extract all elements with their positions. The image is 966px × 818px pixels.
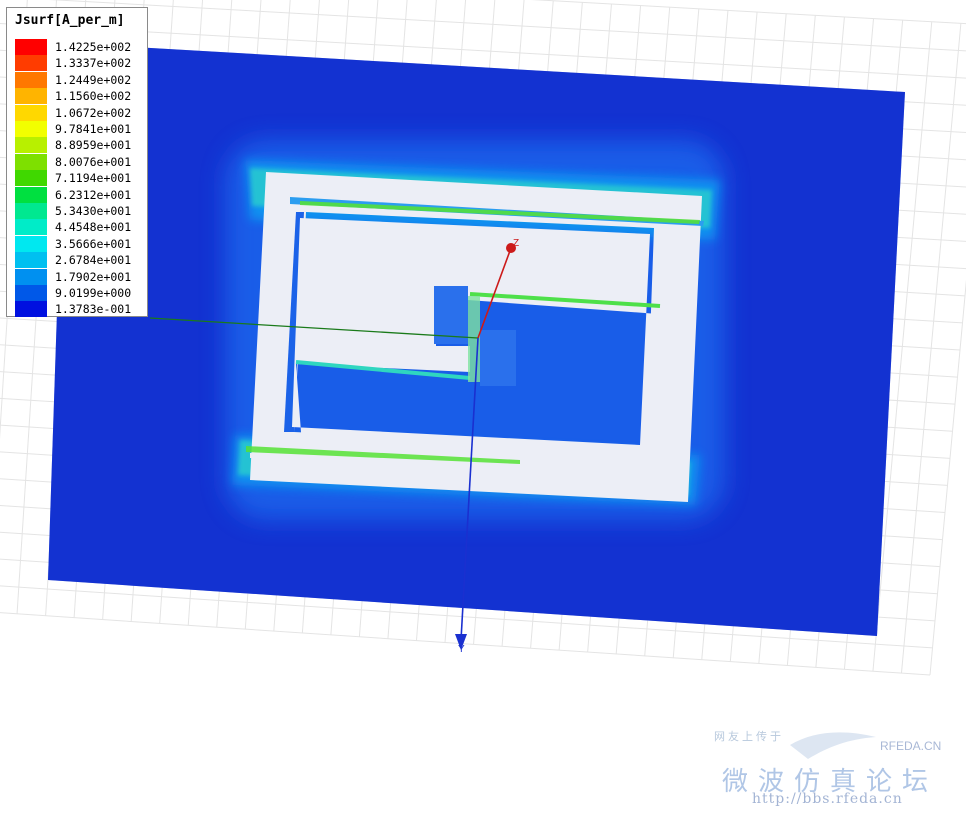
- legend-entry: 2.6784e+001: [13, 252, 147, 269]
- grid-line: [929, 279, 966, 676]
- legend-value: 8.8959e+001: [55, 138, 132, 153]
- legend-value: 8.0076e+001: [55, 154, 132, 169]
- legend-entry: 1.0672e+002: [13, 104, 147, 121]
- watermark: 网友上传于 RFEDA.CN 微波仿真论坛 http://bbs.rfeda.c…: [700, 725, 960, 815]
- legend-swatch: [15, 39, 47, 55]
- legend-value: 9.7841e+001: [55, 122, 132, 136]
- legend-entry: 7.1194e+001: [13, 170, 147, 187]
- center-pad-right: [480, 330, 516, 386]
- legend-entry: 1.4225e+002: [13, 39, 147, 55]
- legend-entry: 1.2449e+002: [13, 71, 147, 88]
- legend-swatch: [15, 121, 47, 137]
- legend-entry: 1.7902e+001: [13, 268, 147, 285]
- legend-value: 1.0672e+002: [55, 105, 132, 120]
- legend-entry: 4.4548e+001: [13, 219, 147, 236]
- z-axis-label: Z: [513, 238, 519, 249]
- legend-swatch: [15, 153, 47, 170]
- legend-entry: 6.2312e+001: [13, 186, 147, 203]
- legend-swatch: [15, 301, 47, 318]
- legend-value: 9.0199e+000: [55, 286, 132, 300]
- legend-value: 1.2449e+002: [55, 72, 132, 87]
- y-axis-label: Y: [458, 644, 465, 655]
- legend-swatch: [15, 55, 47, 72]
- watermark-wing-icon: [790, 732, 876, 759]
- legend-entry: 1.3783e-001: [13, 301, 147, 318]
- legend-swatch: [15, 170, 47, 187]
- legend-value: 6.2312e+001: [55, 187, 132, 202]
- legend-value: 5.3430e+001: [55, 204, 132, 218]
- legend-title: Jsurf[A_per_m]: [15, 13, 125, 28]
- legend-value: 2.6784e+001: [55, 253, 132, 268]
- legend-swatch: [15, 252, 47, 269]
- legend-value: 1.1560e+002: [55, 89, 132, 104]
- legend-swatch: [15, 137, 47, 154]
- watermark-brand: RFEDA.CN: [880, 739, 942, 753]
- legend-swatch: [15, 203, 47, 219]
- legend-swatch: [15, 71, 47, 88]
- legend-value: 7.1194e+001: [55, 171, 132, 186]
- legend-entry: 3.5666e+001: [13, 235, 147, 252]
- watermark-small-text: 网友上传于: [714, 730, 784, 743]
- legend-swatch: [15, 88, 47, 105]
- legend-entry: 8.0076e+001: [13, 153, 147, 170]
- legend-swatch: [15, 285, 47, 301]
- legend-entry: 9.7841e+001: [13, 121, 147, 137]
- legend-entry: 1.1560e+002: [13, 88, 147, 105]
- legend-swatch: [15, 186, 47, 203]
- legend-value: 1.3783e-001: [55, 302, 132, 317]
- legend-swatch: [15, 104, 47, 121]
- legend-entry: 9.0199e+000: [13, 285, 147, 301]
- watermark-url: http://bbs.rfeda.cn: [752, 791, 903, 807]
- legend-swatch: [15, 268, 47, 285]
- legend-value: 4.4548e+001: [55, 220, 132, 235]
- legend-swatch: [15, 219, 47, 236]
- legend-entry: 8.8959e+001: [13, 137, 147, 154]
- legend-entry: 1.3337e+002: [13, 55, 147, 72]
- legend-value: 1.7902e+001: [55, 269, 132, 284]
- legend-value: 3.5666e+001: [55, 236, 132, 251]
- legend-entry: 5.3430e+001: [13, 203, 147, 219]
- legend-swatch: [15, 235, 47, 252]
- field-legend[interactable]: Jsurf[A_per_m] 1.4225e+002 1.3337e+002 1.2…: [6, 7, 148, 318]
- legend-value: 1.4225e+002: [55, 40, 132, 54]
- legend-value: 1.3337e+002: [55, 56, 132, 71]
